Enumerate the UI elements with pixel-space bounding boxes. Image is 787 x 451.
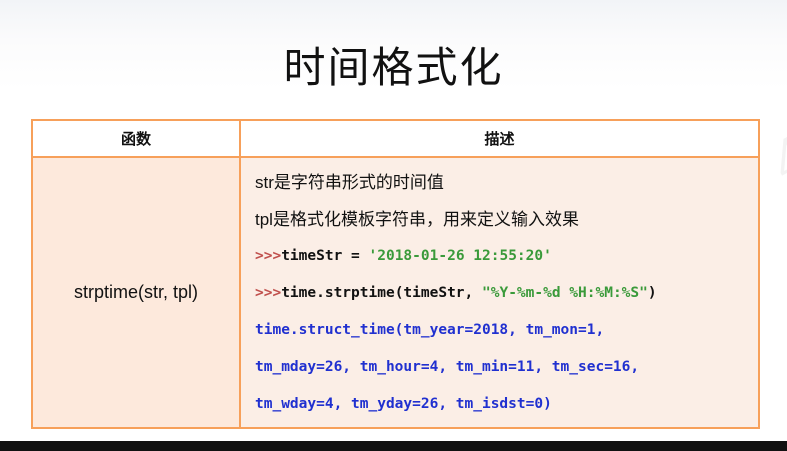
prompt: >>> — [255, 248, 282, 264]
bottom-bar — [0, 441, 787, 451]
code-text: ) — [647, 285, 657, 301]
slide-title: 时间格式化 — [283, 43, 504, 92]
function-table: 函数 描述 strptime(str, tpl) str是字符串形式的时间值 t… — [31, 119, 760, 429]
header-function: 函数 — [31, 119, 241, 158]
output-line-3: tm_wday=4, tm_yday=26, tm_isdst=0) — [255, 396, 552, 412]
table-header-row: 函数 描述 — [31, 119, 760, 158]
header-description: 描述 — [239, 119, 760, 158]
slide: CC BY-NC-SA 4.0 嵩天 时间格式化 函数 描述 strptime(… — [0, 0, 787, 451]
code-text: time.strptime(timeStr, — [281, 285, 482, 301]
output-line-2: tm_mday=26, tm_hour=4, tm_min=11, tm_sec… — [255, 359, 640, 375]
code-line-2: >>>time.strptime(timeStr, "%Y-%m-%d %H:%… — [255, 275, 758, 312]
code-line-1: >>>timeStr = '2018-01-26 12:55:20' — [255, 238, 758, 275]
code-string: '2018-01-26 12:55:20' — [368, 248, 552, 264]
prompt: >>> — [255, 285, 282, 301]
code-text: timeStr = — [281, 248, 369, 264]
desc-line-1: str是字符串形式的时间值 — [255, 173, 444, 192]
desc-line-2: tpl是格式化模板字符串，用来定义输入效果 — [255, 210, 579, 229]
output-line-1: time.struct_time(tm_year=2018, tm_mon=1, — [255, 322, 605, 338]
table-row: strptime(str, tpl) str是字符串形式的时间值 tpl是格式化… — [31, 156, 760, 429]
function-name: strptime(str, tpl) — [31, 156, 241, 429]
code-string: "%Y-%m-%d %H:%M:%S" — [482, 285, 648, 301]
description-cell: str是字符串形式的时间值 tpl是格式化模板字符串，用来定义输入效果 >>>t… — [239, 156, 760, 429]
